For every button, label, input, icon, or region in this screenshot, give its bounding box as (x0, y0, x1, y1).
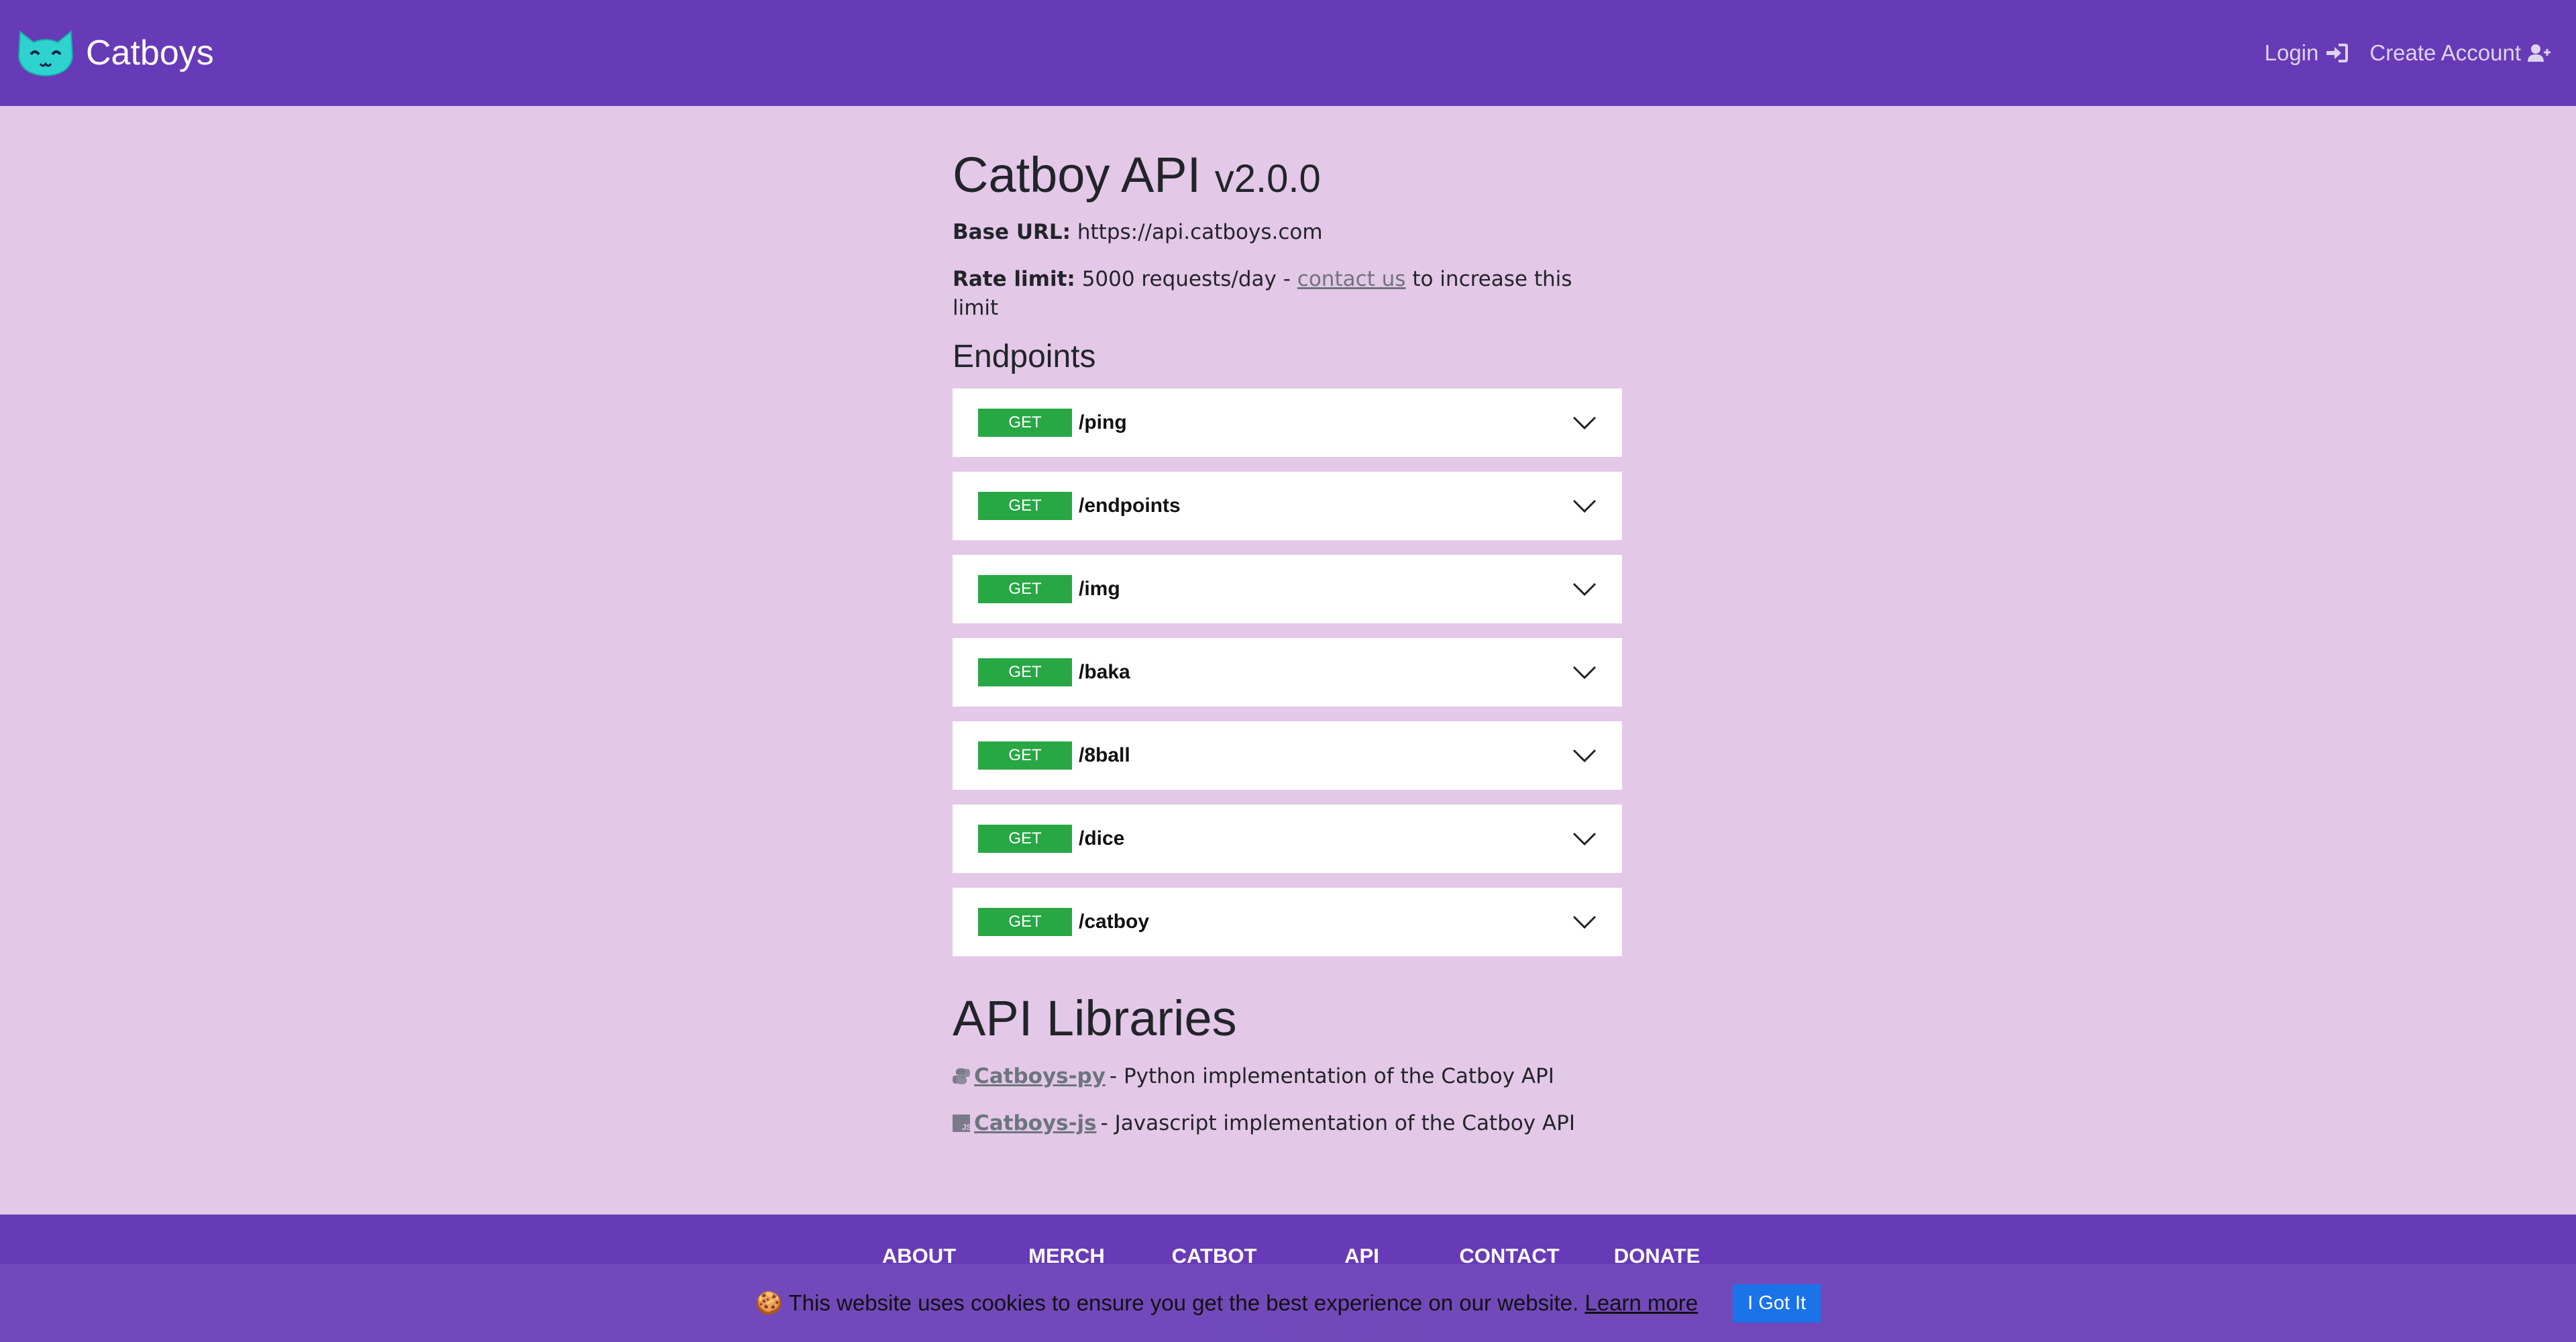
method-badge: GET (978, 491, 1072, 520)
login-link[interactable]: Login (2265, 40, 2349, 66)
api-title: Catboy API (953, 147, 1201, 203)
endpoint-endpoints[interactable]: GET /endpoints (953, 471, 1622, 540)
accept-cookies-button[interactable]: I Got It (1733, 1284, 1821, 1323)
create-account-label: Create Account (2369, 40, 2521, 65)
endpoint-catboy[interactable]: GET /catboy (953, 887, 1622, 956)
method-badge: GET (978, 408, 1072, 437)
endpoints-heading: Endpoints (953, 338, 1096, 374)
nav-right: Login Create Account (2265, 40, 2551, 66)
cookie-message: 🍪 This website uses cookies to ensure yo… (755, 1290, 1698, 1317)
endpoint-path: /img (1079, 577, 1120, 600)
endpoint-8ball[interactable]: GET /8ball (953, 721, 1622, 790)
method-badge: GET (978, 741, 1072, 770)
login-label: Login (2264, 40, 2319, 65)
api-version: v2.0.0 (1214, 157, 1321, 201)
method-badge: GET (978, 658, 1072, 686)
contact-us-link[interactable]: contact us (1297, 267, 1406, 291)
endpoint-path: /endpoints (1079, 494, 1181, 517)
library-item: Catboys-py - Python implementation of th… (953, 1064, 1623, 1088)
python-icon (953, 1068, 970, 1084)
endpoint-path: /ping (1079, 411, 1127, 433)
endpoints-list: GET /ping GET /endpoints GET /img GET /b… (953, 388, 1623, 956)
brand-name: Catboys (86, 34, 214, 72)
method-badge: GET (978, 824, 1072, 853)
base-url-line: Base URL: https://api.catboys.com (953, 218, 1623, 247)
endpoint-path: /catboy (1079, 910, 1150, 933)
cookie-banner: 🍪 This website uses cookies to ensure yo… (0, 1264, 2576, 1342)
chevron-down-icon (1572, 749, 1597, 762)
navbar: Catboys Login Create Account (0, 0, 2576, 106)
user-plus-icon (2528, 44, 2551, 62)
learn-more-link[interactable]: Learn more (1585, 1290, 1698, 1315)
endpoint-dice[interactable]: GET /dice (953, 804, 1622, 873)
library-desc: - Python implementation of the Catboy AP… (1109, 1064, 1554, 1088)
chevron-down-icon (1572, 499, 1597, 513)
endpoint-path: /8ball (1079, 743, 1130, 766)
main-content: Catboy API v2.0.0 Base URL: https://api.… (953, 106, 1623, 1135)
endpoint-baka[interactable]: GET /baka (953, 637, 1622, 707)
rate-limit-label: Rate limit: (953, 266, 1075, 291)
method-badge: GET (978, 907, 1072, 936)
chevron-down-icon (1572, 915, 1597, 929)
library-item: JS Catboys-js - Javascript implementatio… (953, 1111, 1623, 1135)
chevron-down-icon (1572, 416, 1597, 429)
brand-link[interactable]: Catboys (16, 29, 214, 77)
chevron-down-icon (1572, 832, 1597, 845)
endpoint-path: /baka (1079, 660, 1130, 683)
svg-text:JS: JS (962, 1123, 970, 1132)
chevron-down-icon (1572, 666, 1597, 679)
rate-limit-line: Rate limit: 5000 requests/day - contact … (953, 265, 1623, 323)
method-badge: GET (978, 574, 1072, 603)
endpoint-path: /dice (1079, 827, 1125, 849)
cookie-text: 🍪 This website uses cookies to ensure yo… (755, 1290, 1579, 1315)
create-account-link[interactable]: Create Account (2369, 40, 2551, 66)
sign-in-icon (2326, 44, 2349, 62)
base-url-value: https://api.catboys.com (1077, 220, 1323, 245)
endpoint-ping[interactable]: GET /ping (953, 388, 1622, 457)
rate-limit-value: 5000 requests/day - (1081, 266, 1291, 291)
page-title: Catboy API v2.0.0 (953, 148, 1623, 202)
endpoint-img[interactable]: GET /img (953, 554, 1622, 623)
catboys-js-link[interactable]: Catboys-js (974, 1111, 1097, 1135)
libraries-heading: API Libraries (953, 990, 1237, 1046)
catboy-logo-icon (17, 30, 74, 77)
base-url-label: Base URL: (953, 220, 1071, 245)
javascript-icon: JS (953, 1114, 970, 1132)
chevron-down-icon (1572, 582, 1597, 596)
catboys-py-link[interactable]: Catboys-py (974, 1064, 1106, 1088)
library-desc: - Javascript implementation of the Catbo… (1100, 1111, 1575, 1135)
